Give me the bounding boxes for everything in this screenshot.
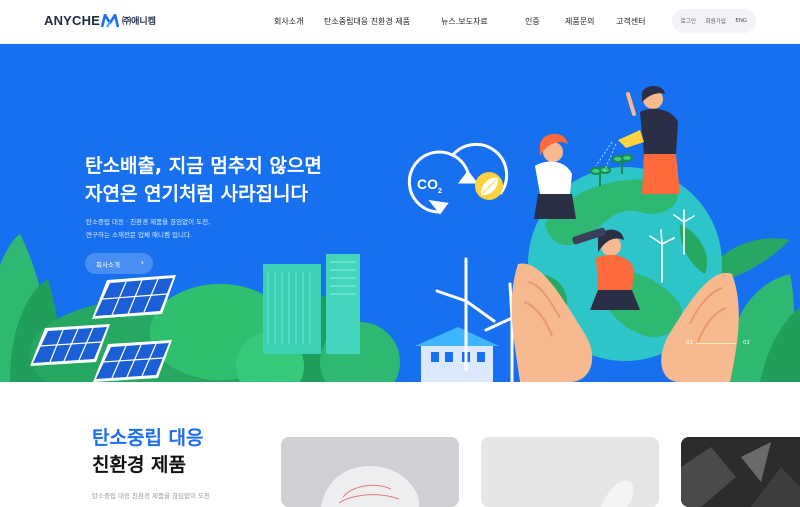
- nav-item-product-inquiry[interactable]: 제품문의: [565, 16, 594, 27]
- product-image-plastic-bag: [281, 437, 459, 507]
- section-title-line2: 친환경 제품: [92, 454, 187, 476]
- nav-item-company[interactable]: 회사소개: [274, 16, 303, 27]
- company-intro-button[interactable]: 회사소개 ›: [85, 253, 153, 274]
- site-header: ANYCHE ㈜애니켐 회사소개 탄소중립대응 친환경 제품 뉴스.보도자료 인…: [0, 0, 800, 44]
- section-title-line1: 탄소중립 대응: [92, 427, 204, 449]
- product-image-white-film: [481, 437, 659, 507]
- hero-desc-line2: 연구하는 소재전문 업체 애니켐 입니다.: [86, 231, 193, 239]
- section-description: 탄소중립 대응 친환경 제품을 끊임없이 도전: [92, 492, 210, 500]
- company-intro-button-label: 회사소개: [96, 260, 120, 269]
- hero-description: 탄소중립 대응 · 친환경 제품을 끊임없이 도전, 연구하는 소재전문 업체 …: [86, 216, 210, 242]
- hero-title-line1: 탄소배출, 지금 멈추지 않으면: [85, 155, 322, 177]
- slide-indicator-02[interactable]: 02: [743, 340, 750, 346]
- hero-banner: CO2 탄소배출, 지금 멈추지 않으면 자연은 연기처럼 사라집니다 탄소중립…: [0, 44, 800, 382]
- hero-title: 탄소배출, 지금 멈추지 않으면 자연은 연기처럼 사라집니다: [85, 152, 322, 208]
- login-link[interactable]: 로그인: [681, 17, 696, 25]
- product-card-1[interactable]: [281, 437, 459, 507]
- slide-progress-bar: [696, 343, 736, 344]
- join-link[interactable]: 회원가입: [706, 17, 726, 25]
- utility-menu: 로그인 회원가입 ENG: [672, 9, 756, 33]
- language-link[interactable]: ENG: [735, 18, 747, 24]
- hero-illustration: [0, 85, 800, 382]
- nav-item-customer-center[interactable]: 고객센터: [616, 16, 645, 27]
- chevron-right-icon: ›: [140, 258, 144, 267]
- section-title: 탄소중립 대응 친환경 제품: [92, 425, 204, 479]
- hero-desc-line1: 탄소중립 대응 · 친환경 제품을 끊임없이 도전,: [86, 218, 211, 226]
- product-card-2[interactable]: [481, 437, 659, 507]
- nav-item-news[interactable]: 뉴스.보도자료: [441, 16, 488, 27]
- hero-title-line2: 자연은 연기처럼 사라집니다: [85, 183, 308, 205]
- product-card-3[interactable]: [681, 437, 800, 507]
- slide-indicator-01[interactable]: 01: [686, 340, 693, 346]
- co2-label: CO2: [417, 176, 442, 195]
- nav-item-eco-products[interactable]: 탄소중립대응 친환경 제품: [324, 16, 410, 27]
- product-image-black-film: [681, 437, 800, 507]
- nav-item-certification[interactable]: 인증: [525, 16, 540, 27]
